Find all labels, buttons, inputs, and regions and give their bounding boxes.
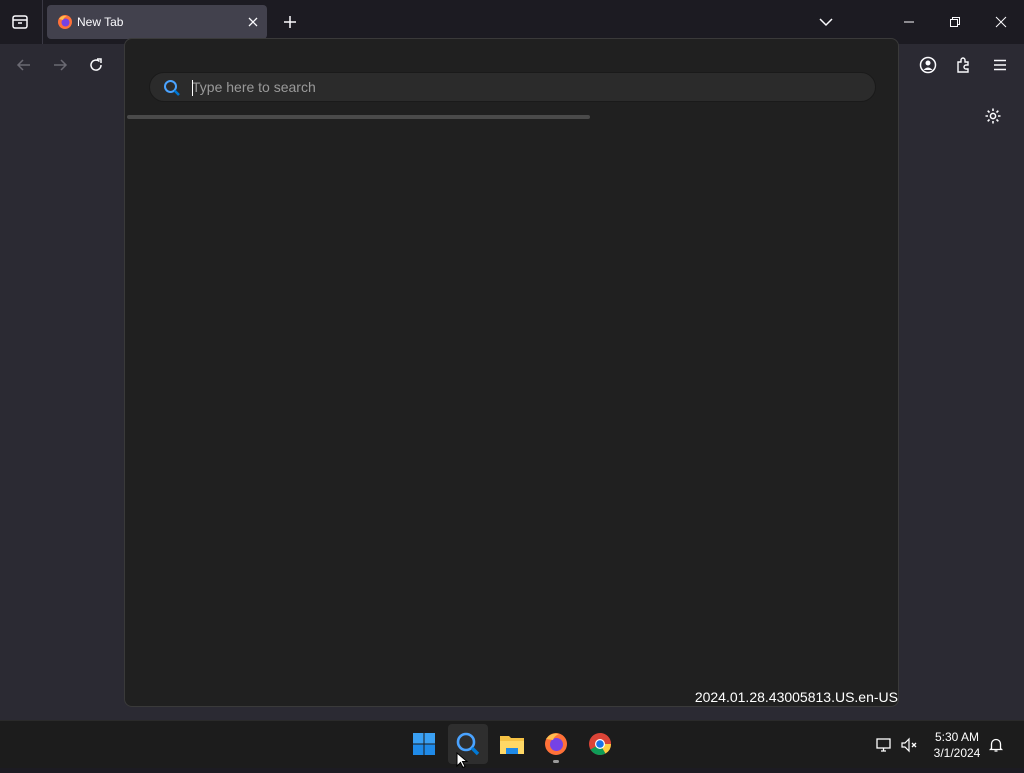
search-flyout: 2024.01.28.43005813.US.en-US bbox=[124, 38, 899, 707]
restore-icon[interactable] bbox=[943, 10, 967, 34]
loading-progress-bar bbox=[127, 115, 590, 119]
tab-divider bbox=[42, 0, 43, 44]
extensions-icon[interactable] bbox=[952, 53, 976, 77]
system-clock[interactable]: 5:30 AM 3/1/2024 bbox=[927, 729, 987, 761]
start-icon[interactable] bbox=[404, 724, 444, 764]
search-box[interactable] bbox=[149, 72, 876, 102]
version-label: 2024.01.28.43005813.US.en-US bbox=[694, 689, 898, 705]
search-icon bbox=[163, 79, 181, 97]
reload-icon[interactable] bbox=[84, 53, 108, 77]
close-tab-icon[interactable] bbox=[245, 14, 261, 30]
notifications-icon[interactable] bbox=[984, 733, 1008, 757]
clock-date: 3/1/2024 bbox=[933, 746, 981, 760]
text-caret bbox=[192, 80, 193, 96]
list-tabs-icon[interactable] bbox=[814, 10, 838, 34]
volume-muted-icon[interactable] bbox=[897, 733, 921, 757]
search-input[interactable] bbox=[192, 73, 862, 101]
tab-new-tab[interactable]: New Tab bbox=[47, 5, 267, 39]
mouse-cursor-icon bbox=[456, 751, 469, 769]
gear-icon[interactable] bbox=[981, 104, 1005, 128]
network-icon[interactable] bbox=[872, 733, 896, 757]
firefox-icon bbox=[57, 14, 73, 30]
clock-time: 5:30 AM bbox=[934, 730, 980, 744]
chrome-icon[interactable] bbox=[580, 724, 620, 764]
close-window-icon[interactable] bbox=[989, 10, 1013, 34]
back-icon[interactable] bbox=[12, 53, 36, 77]
account-icon[interactable] bbox=[916, 53, 940, 77]
file-explorer-icon[interactable] bbox=[492, 724, 532, 764]
forward-icon[interactable] bbox=[48, 53, 72, 77]
tab-groups-icon[interactable] bbox=[8, 10, 32, 34]
taskbar: 5:30 AM 3/1/2024 bbox=[0, 720, 1024, 768]
menu-icon[interactable] bbox=[988, 53, 1012, 77]
taskbar-search-icon[interactable] bbox=[448, 724, 488, 764]
firefox-taskbar-icon[interactable] bbox=[536, 724, 576, 764]
tab-title: New Tab bbox=[77, 15, 124, 29]
new-tab-icon[interactable] bbox=[278, 10, 302, 34]
running-indicator bbox=[553, 760, 559, 763]
minimize-icon[interactable] bbox=[897, 10, 921, 34]
